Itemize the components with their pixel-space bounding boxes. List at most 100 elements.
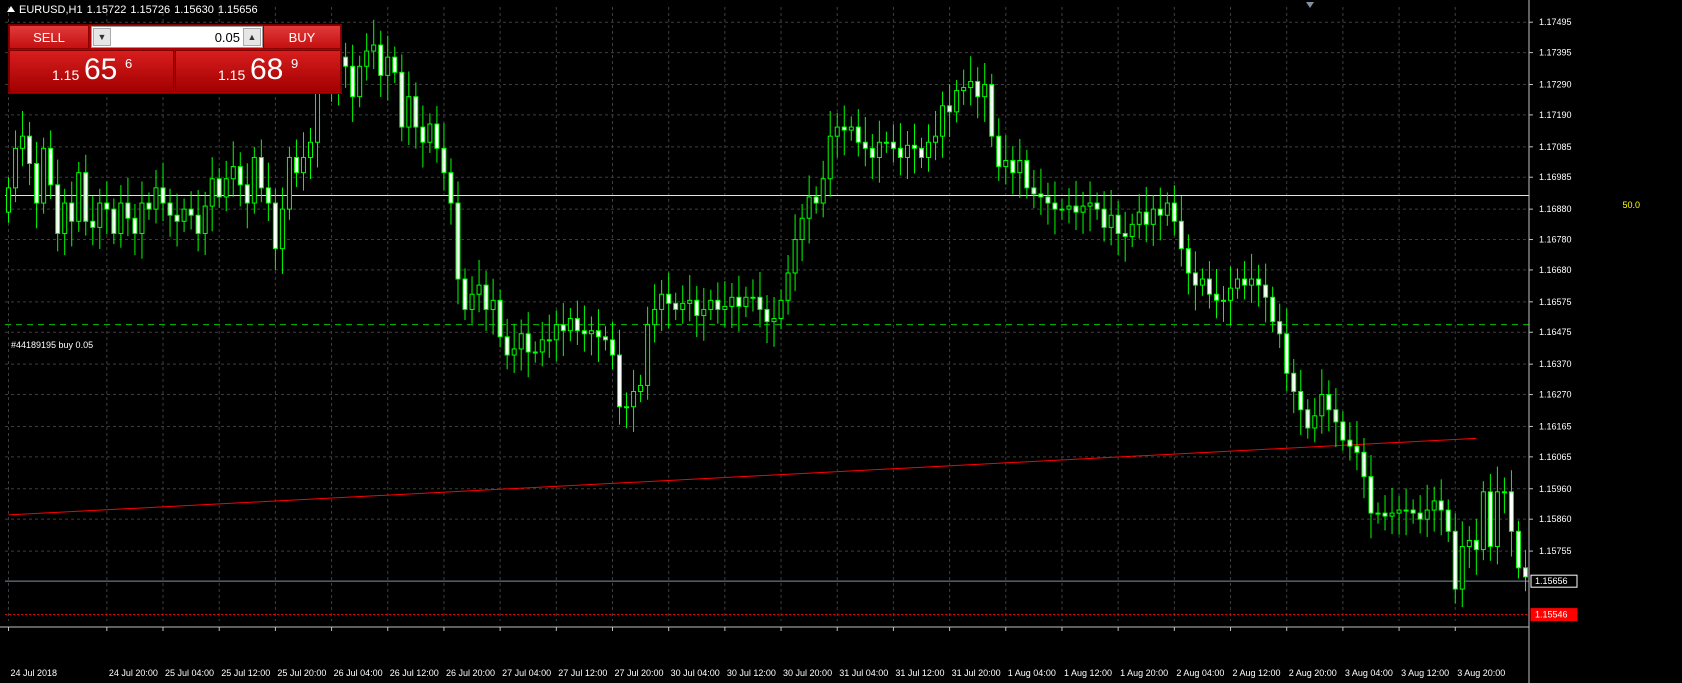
- candle-body: [785, 272, 791, 301]
- candle-body: [813, 196, 819, 204]
- candle-body: [1382, 512, 1388, 517]
- candle-body: [771, 318, 777, 323]
- candle-body: [216, 178, 222, 198]
- candle-body: [202, 205, 208, 234]
- buy-button[interactable]: BUY: [263, 25, 341, 49]
- candle-body: [1143, 211, 1149, 225]
- candle-body: [940, 105, 946, 137]
- price-tick-label: 1.16985: [1539, 172, 1572, 182]
- candle-body: [1459, 546, 1465, 590]
- candle-body: [1417, 512, 1423, 520]
- time-tick-label: 26 Jul 20:00: [446, 668, 495, 678]
- candle-body: [574, 318, 580, 332]
- candle-body: [883, 141, 889, 144]
- candle-body: [300, 156, 306, 174]
- candle-body: [897, 147, 903, 158]
- candle-body: [104, 202, 110, 210]
- candle-body: [490, 299, 496, 310]
- candle-body: [448, 172, 454, 204]
- candle-body: [975, 80, 981, 98]
- candle-body: [757, 296, 763, 310]
- candle-body: [553, 324, 559, 341]
- candle-body: [34, 163, 40, 204]
- candle-body: [624, 406, 630, 409]
- volume-up-icon[interactable]: ▲: [243, 28, 261, 46]
- candle-body: [497, 299, 503, 338]
- candle-body: [1080, 205, 1086, 213]
- candle-body: [1228, 287, 1234, 301]
- candle-body: [1249, 278, 1255, 286]
- trend-line: [8, 437, 1477, 516]
- candle-body: [308, 141, 314, 158]
- candle-body: [996, 135, 1002, 168]
- candle-body: [1424, 509, 1430, 520]
- time-tick-label: 25 Jul 20:00: [277, 668, 326, 678]
- candle-body: [1291, 372, 1297, 393]
- time-tick-label: 24 Jul 2018: [11, 668, 58, 678]
- candle-body: [1326, 394, 1332, 411]
- price-tick-label: 1.16780: [1539, 235, 1572, 245]
- price-tick-label: 1.16370: [1539, 359, 1572, 369]
- candle-body: [1452, 530, 1458, 590]
- price-tick-label: 1.16065: [1539, 452, 1572, 462]
- candle-body: [1242, 278, 1248, 286]
- candle-body: [799, 217, 805, 241]
- candle-body: [237, 166, 243, 186]
- candle-body: [181, 208, 187, 222]
- candle-body: [434, 123, 440, 149]
- price-chart[interactable]: 1.17495 1.17395 1.17290 1.17190 1.17085 1.169…: [0, 0, 1682, 683]
- candle-body: [602, 336, 608, 341]
- price-tick-label: 1.17395: [1539, 48, 1572, 58]
- time-tick-label: 24 Jul 20:00: [109, 668, 158, 678]
- candle-body: [1066, 205, 1072, 210]
- candle-body: [1256, 278, 1262, 286]
- bid-price-big: 65: [84, 53, 118, 86]
- candle-body: [1508, 491, 1514, 532]
- candle-body: [1284, 333, 1290, 374]
- chart-shift-icon[interactable]: [1306, 2, 1314, 8]
- candle-body: [1375, 512, 1381, 515]
- candle-body: [862, 141, 868, 149]
- ask-price-big: 68: [250, 53, 284, 86]
- candle-body: [588, 330, 594, 335]
- volume-input[interactable]: [114, 28, 240, 46]
- price-tick-label: 1.15960: [1539, 484, 1572, 494]
- candle-body: [279, 208, 285, 250]
- price-tick-label: 1.15755: [1539, 546, 1572, 556]
- candle-body: [258, 156, 264, 189]
- ask-price-button[interactable]: 1.15 68 9: [175, 50, 341, 92]
- candle-body: [827, 135, 833, 180]
- candle-body: [609, 339, 615, 356]
- candle-body: [1501, 491, 1507, 494]
- candle-body: [41, 147, 47, 204]
- candle-body: [1515, 530, 1521, 569]
- candle-body: [1108, 214, 1114, 228]
- candle-body: [97, 202, 103, 228]
- candle-body: [764, 308, 770, 323]
- collapse-triangle-icon[interactable]: [7, 6, 15, 12]
- candle-body: [834, 126, 840, 137]
- candle-body: [750, 296, 756, 299]
- time-tick-label: 2 Aug 12:00: [1233, 668, 1281, 678]
- candle-body: [518, 333, 524, 350]
- time-tick-label: 31 Jul 12:00: [895, 668, 944, 678]
- bid-price-button[interactable]: 1.15 65 6: [9, 50, 174, 92]
- candle-body: [511, 348, 517, 356]
- candle-body: [476, 284, 482, 295]
- candle-body: [420, 126, 426, 143]
- candle-body: [1010, 160, 1016, 174]
- price-tick-label: 1.16880: [1539, 204, 1572, 214]
- sell-button[interactable]: SELL: [9, 25, 89, 49]
- candle-body: [1235, 278, 1241, 289]
- candle-body: [111, 208, 117, 234]
- candle-body: [841, 126, 847, 131]
- symbol-title: EURUSD,H1 1.15722 1.15726 1.15630 1.15656: [7, 4, 262, 16]
- time-tick-label: 1 Aug 20:00: [1120, 668, 1168, 678]
- bid-price-sup: 6: [125, 56, 133, 71]
- candle-body: [1220, 299, 1226, 302]
- candle-body: [441, 147, 447, 174]
- candle-body: [265, 187, 271, 204]
- volume-down-icon[interactable]: ▼: [93, 28, 111, 46]
- candle-body: [1017, 160, 1023, 174]
- candle-body: [371, 44, 377, 52]
